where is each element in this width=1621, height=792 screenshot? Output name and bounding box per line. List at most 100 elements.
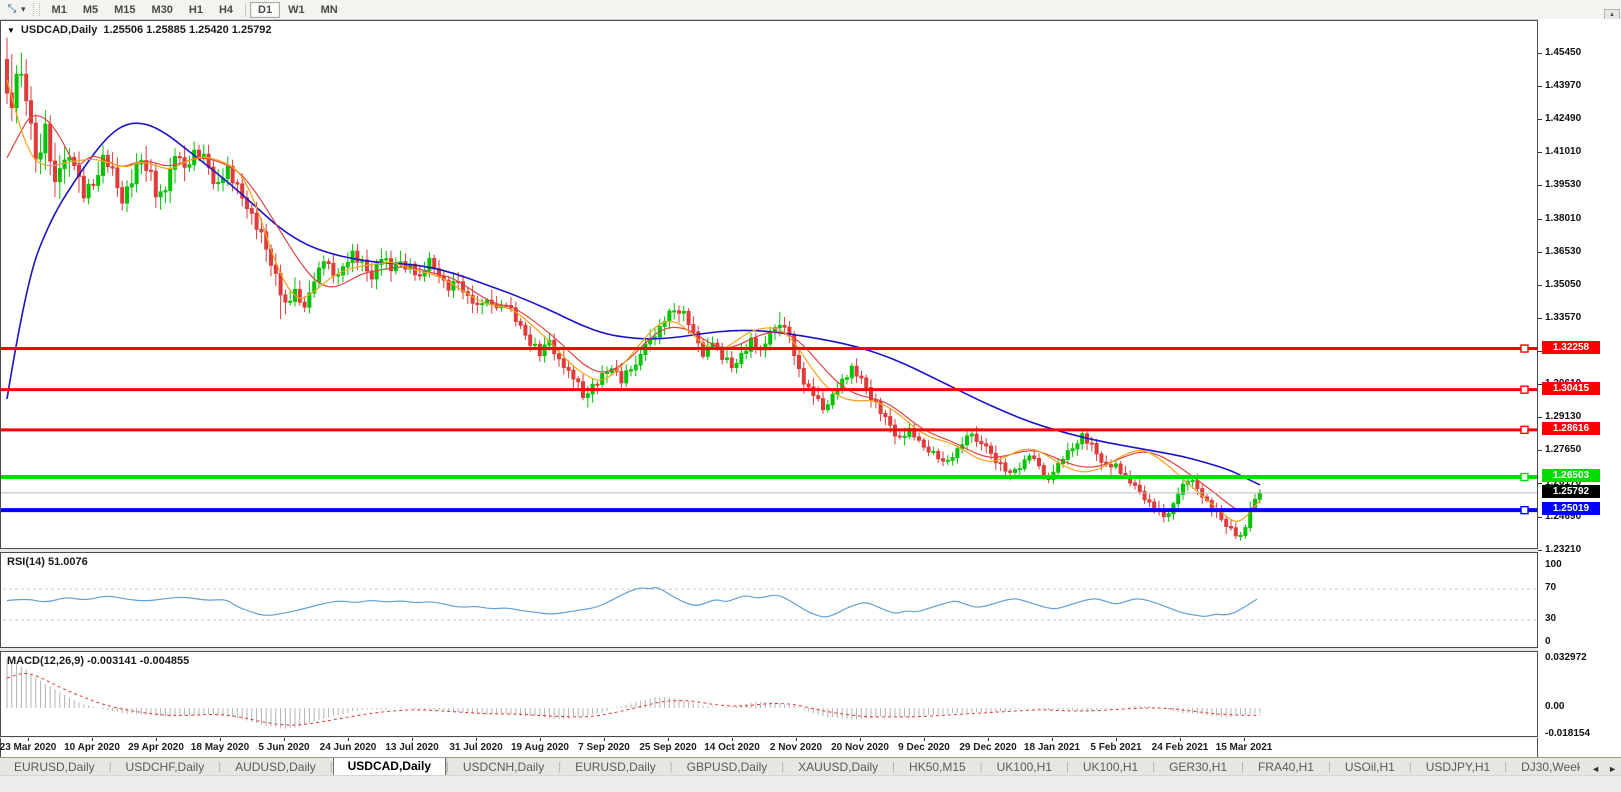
chart-tab-hk50[interactable]: HK50,M15 xyxy=(895,759,980,776)
candle-body xyxy=(519,321,522,325)
crosshair-tool-icon[interactable]: ⤡ xyxy=(3,2,21,17)
candle-body xyxy=(673,311,676,312)
timeframe-button-d1[interactable]: D1 xyxy=(250,2,280,18)
candle-body xyxy=(865,378,868,388)
price-axis-tick xyxy=(1538,285,1542,286)
chart-tab-usdchf[interactable]: USDCHF,Daily xyxy=(112,759,219,776)
candle-body xyxy=(783,325,786,327)
timeframe-button-m1[interactable]: M1 xyxy=(44,2,75,18)
candle-body xyxy=(1095,443,1098,453)
tabs-scroll-left-icon[interactable]: ◄ xyxy=(1591,764,1600,774)
candle-body xyxy=(1090,443,1093,444)
candle-body xyxy=(164,191,167,192)
line-handle-marker[interactable] xyxy=(1521,345,1528,352)
chart-tab-uk100[interactable]: UK100,H1 xyxy=(983,759,1066,776)
trading-terminal-window: ⤡ ▾ M1M5M15M30H1H4D1W1MN ▴ ▼ USDCAD,Dail… xyxy=(0,0,1621,792)
candle-body xyxy=(20,74,23,75)
date-axis-tick xyxy=(796,738,797,741)
rsi-indicator-pane[interactable]: RSI(14) 51.0076 xyxy=(0,552,1538,648)
candle-body xyxy=(802,369,805,384)
candle-body xyxy=(740,353,743,363)
chart-symbol-label: USDCAD,Daily xyxy=(21,24,97,36)
candle-body xyxy=(327,262,330,264)
tool-dropdown-caret-icon[interactable]: ▾ xyxy=(21,4,26,15)
price-axis-label: 1.42490 xyxy=(1545,113,1581,124)
macd-indicator-pane[interactable]: MACD(12,26,9) -0.003141 -0.004855 xyxy=(0,651,1538,737)
date-axis-tick xyxy=(668,738,669,741)
candle-body xyxy=(1100,454,1103,462)
current-price-badge: 1.25792 xyxy=(1542,485,1600,498)
timeframe-button-m5[interactable]: M5 xyxy=(75,2,106,18)
candle-body xyxy=(1119,464,1122,473)
date-axis-tick xyxy=(860,738,861,741)
candle-body xyxy=(798,355,801,368)
date-axis-tick xyxy=(284,738,285,741)
tabs-scroll-right-icon[interactable]: ► xyxy=(1608,764,1617,774)
timeframe-button-h4[interactable]: H4 xyxy=(211,2,241,18)
chart-tab-eurusd[interactable]: EURUSD,Daily xyxy=(561,759,670,776)
chart-tab-uk100[interactable]: UK100,H1 xyxy=(1069,759,1152,776)
date-axis-label: 14 Oct 2020 xyxy=(704,742,760,753)
level-price-badge: 1.30415 xyxy=(1542,382,1600,395)
price-axis-tick xyxy=(1538,185,1542,186)
timeframe-button-w1[interactable]: W1 xyxy=(280,2,313,18)
candle-body xyxy=(97,175,100,185)
candle-body xyxy=(1138,485,1141,491)
chart-tab-fra40[interactable]: FRA40,H1 xyxy=(1244,759,1328,776)
chart-tab-gbpusd[interactable]: GBPUSD,Daily xyxy=(673,759,782,776)
toolbar-grip[interactable] xyxy=(33,3,40,16)
date-axis-tick xyxy=(476,738,477,741)
candle-body xyxy=(620,372,623,383)
candle-body xyxy=(630,370,633,371)
chart-tab-usoil[interactable]: USOil,H1 xyxy=(1331,759,1409,776)
timeframe-button-m30[interactable]: M30 xyxy=(144,2,181,18)
chart-tab-dj30[interactable]: DJ30,Weekly xyxy=(1507,759,1580,776)
line-handle-marker[interactable] xyxy=(1521,426,1528,433)
candle-body xyxy=(58,169,61,182)
candle-body xyxy=(346,263,349,267)
price-chart-pane[interactable]: ▼ USDCAD,Daily 1.25506 1.25885 1.25420 1… xyxy=(0,20,1538,549)
candle-body xyxy=(1057,463,1060,472)
chart-tab-audusd[interactable]: AUDUSD,Daily xyxy=(221,759,330,776)
line-handle-marker[interactable] xyxy=(1521,507,1528,514)
candle-body xyxy=(754,338,757,348)
chart-tab-usdcad[interactable]: USDCAD,Daily xyxy=(333,758,446,776)
chart-tab-ger30[interactable]: GER30,H1 xyxy=(1155,759,1241,776)
chart-tab-eurusd[interactable]: EURUSD,Daily xyxy=(0,759,109,776)
timeframe-button-mn[interactable]: MN xyxy=(313,2,346,18)
candle-body xyxy=(351,251,354,262)
rsi-plot xyxy=(1,553,1537,647)
candle-body xyxy=(562,359,565,368)
line-handle-marker[interactable] xyxy=(1521,474,1528,481)
chart-title-marker-icon[interactable]: ▼ xyxy=(7,26,15,35)
line-handle-marker[interactable] xyxy=(1521,386,1528,393)
candle-body xyxy=(1081,434,1084,444)
ma-mid-line xyxy=(7,116,1260,511)
candle-body xyxy=(476,303,479,304)
timeframe-button-h1[interactable]: H1 xyxy=(181,2,211,18)
chart-tab-xauusd[interactable]: XAUUSD,Daily xyxy=(784,759,892,776)
price-axis-tick xyxy=(1538,517,1542,518)
timeframe-button-m15[interactable]: M15 xyxy=(106,2,143,18)
candle-body xyxy=(567,367,570,370)
candle-body xyxy=(1148,500,1151,502)
price-axis-tick xyxy=(1538,252,1542,253)
candle-body xyxy=(322,262,325,268)
price-axis-label: 1.27650 xyxy=(1545,444,1581,455)
date-axis[interactable]: 23 Mar 202010 Apr 202029 Apr 202018 May … xyxy=(0,738,1538,757)
candle-body xyxy=(1225,519,1228,526)
candle-body xyxy=(159,192,162,197)
candle-body xyxy=(855,366,858,376)
price-axis[interactable]: 1.454501.439701.424901.410101.395301.380… xyxy=(1538,19,1621,757)
candle-body xyxy=(121,188,124,203)
candle-body xyxy=(937,451,940,458)
candle-body xyxy=(15,74,18,107)
candle-body xyxy=(54,161,57,182)
candle-body xyxy=(1014,470,1017,473)
date-axis-label: 18 Jan 2021 xyxy=(1024,742,1080,753)
chart-tab-usdcnh[interactable]: USDCNH,Daily xyxy=(449,759,558,776)
candle-body xyxy=(927,447,930,452)
candle-body xyxy=(577,379,580,382)
chart-tab-usdjpy[interactable]: USDJPY,H1 xyxy=(1412,759,1504,776)
candle-body xyxy=(284,295,287,302)
